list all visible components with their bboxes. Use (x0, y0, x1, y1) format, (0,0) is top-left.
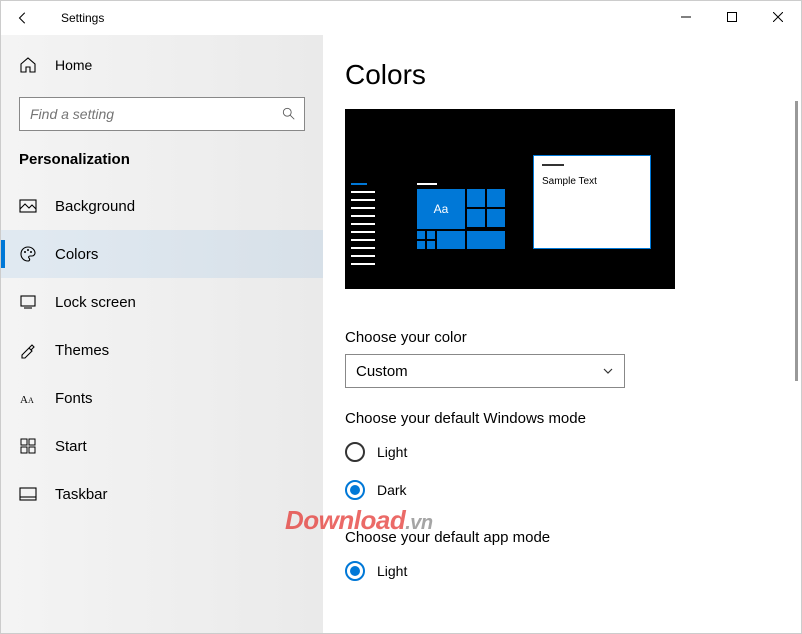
nav-item-themes[interactable]: Themes (1, 326, 323, 374)
back-button[interactable] (1, 1, 45, 35)
nav-item-label: Background (55, 198, 135, 215)
svg-text:A: A (20, 394, 28, 406)
radio-label: Light (377, 563, 407, 579)
choose-color-label: Choose your color (345, 329, 779, 346)
close-button[interactable] (755, 1, 801, 33)
home-button[interactable]: Home (1, 43, 323, 87)
minimize-button[interactable] (663, 1, 709, 33)
app-title: Settings (61, 11, 104, 25)
start-icon (19, 437, 37, 455)
nav-item-lock-screen[interactable]: Lock screen (1, 278, 323, 326)
preview-window: Sample Text (533, 155, 651, 249)
nav-item-label: Taskbar (55, 486, 108, 503)
sidebar: Home Personalization Background Colors L… (1, 35, 323, 633)
nav-item-fonts[interactable]: AA Fonts (1, 374, 323, 422)
main-panel: Colors Aa (323, 35, 801, 633)
preview-sample-text: Sample Text (542, 176, 597, 187)
nav-list: Background Colors Lock screen Themes AA … (1, 182, 323, 518)
maximize-icon (727, 12, 737, 22)
home-label: Home (55, 57, 92, 73)
scrollbar[interactable] (795, 101, 798, 381)
windows-mode-dark-radio[interactable]: Dark (345, 473, 779, 507)
radio-label: Dark (377, 482, 407, 498)
svg-text:A: A (28, 396, 34, 405)
nav-item-label: Lock screen (55, 294, 136, 311)
dropdown-value: Custom (356, 363, 408, 380)
radio-icon (345, 480, 365, 500)
app-mode-light-radio[interactable]: Light (345, 554, 779, 588)
windows-mode-light-radio[interactable]: Light (345, 435, 779, 469)
choose-color-dropdown[interactable]: Custom (345, 354, 625, 388)
maximize-button[interactable] (709, 1, 755, 33)
chevron-down-icon (602, 365, 614, 377)
search-input[interactable] (30, 106, 282, 122)
window-controls (663, 1, 801, 33)
section-title: Personalization (1, 151, 323, 168)
radio-label: Light (377, 444, 407, 460)
fonts-icon: AA (19, 389, 37, 407)
radio-icon (345, 442, 365, 462)
preview-tile-large: Aa (417, 189, 465, 229)
page-title: Colors (345, 59, 779, 91)
nav-item-start[interactable]: Start (1, 422, 323, 470)
app-mode-label: Choose your default app mode (345, 529, 779, 546)
nav-item-colors[interactable]: Colors (1, 230, 323, 278)
nav-item-label: Themes (55, 342, 109, 359)
windows-mode-label: Choose your default Windows mode (345, 410, 779, 427)
search-icon (282, 107, 296, 121)
preview-start-menu (351, 183, 379, 284)
nav-item-taskbar[interactable]: Taskbar (1, 470, 323, 518)
nav-item-label: Colors (55, 246, 98, 263)
minimize-icon (681, 12, 691, 22)
search-box[interactable] (19, 97, 305, 131)
titlebar: Settings (1, 1, 801, 35)
nav-item-label: Fonts (55, 390, 93, 407)
back-arrow-icon (16, 11, 30, 25)
taskbar-icon (19, 485, 37, 503)
lock-screen-icon (19, 293, 37, 311)
radio-icon (345, 561, 365, 581)
home-icon (19, 56, 37, 74)
background-icon (19, 197, 37, 215)
preview-tiles: Aa (417, 183, 507, 249)
themes-icon (19, 341, 37, 359)
colors-icon (19, 245, 37, 263)
nav-item-label: Start (55, 438, 87, 455)
nav-item-background[interactable]: Background (1, 182, 323, 230)
close-icon (773, 12, 783, 22)
preview-area: Aa (345, 109, 675, 289)
